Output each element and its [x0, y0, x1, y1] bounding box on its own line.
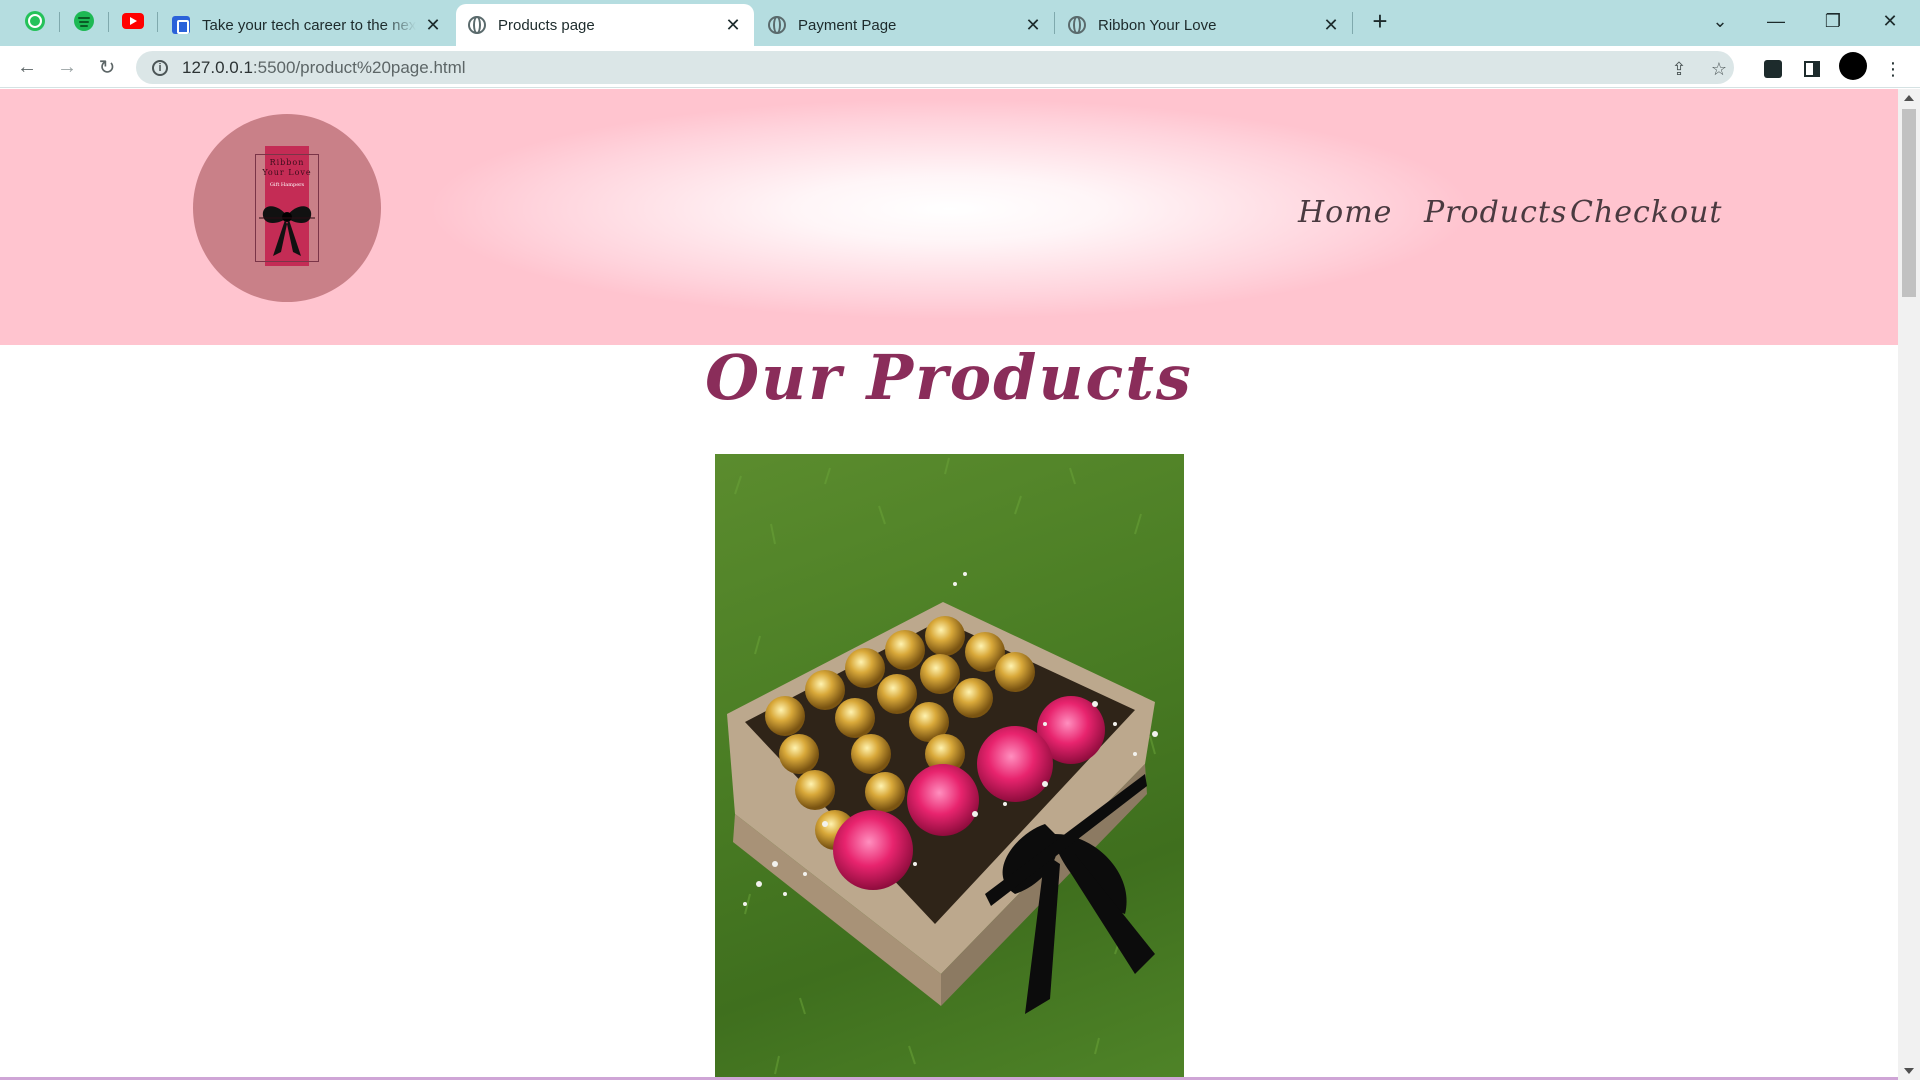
site-info-icon[interactable]: i [152, 59, 168, 76]
globe-icon [1068, 16, 1086, 34]
nav-home[interactable]: Home [1298, 195, 1392, 230]
brand-logo[interactable]: Ribbon Your Love Gift Hampers [193, 114, 381, 302]
restore-button[interactable]: ❐ [1813, 6, 1853, 36]
page-viewport: Ribbon Your Love Gift Hampers Home Produ… [0, 89, 1898, 1080]
main-nav: Products [1424, 195, 1567, 230]
globe-icon [768, 16, 786, 34]
tab-separator [1054, 12, 1055, 34]
bookmark-star-icon[interactable]: ☆ [1708, 58, 1730, 80]
bow-icon [259, 206, 315, 256]
menu-kebab-icon[interactable]: ⋮ [1880, 56, 1906, 82]
pinned-tab-youtube[interactable] [120, 8, 146, 34]
tab-separator [157, 12, 158, 32]
close-tab-icon[interactable]: ✕ [724, 16, 742, 34]
tab-ribbon-your-love[interactable]: Ribbon Your Love ✕ [1056, 4, 1352, 46]
vertical-scrollbar[interactable] [1898, 89, 1920, 1080]
browser-toolbar: ← → ↻ i 127.0.0.1:5500/product%20page.ht… [0, 46, 1920, 88]
tab-title: Ribbon Your Love [1098, 16, 1217, 34]
scroll-down-icon[interactable] [1904, 1068, 1914, 1074]
tab-separator [59, 12, 60, 32]
nav-checkout[interactable]: Checkout [1570, 195, 1722, 230]
pinned-tab-whatsapp[interactable] [22, 8, 48, 34]
logo-text-line2: Your Love [262, 168, 312, 177]
scroll-thumb[interactable] [1902, 109, 1916, 297]
minimize-button[interactable]: — [1756, 6, 1796, 36]
close-window-button[interactable]: ✕ [1870, 6, 1910, 36]
spotify-icon [74, 11, 94, 31]
youtube-icon [122, 13, 144, 29]
main-nav: Checkout [1570, 195, 1722, 230]
share-icon[interactable]: ⇪ [1668, 58, 1690, 80]
tab-separator [108, 12, 109, 32]
close-tab-icon[interactable]: ✕ [1322, 16, 1340, 34]
forward-arrow-icon[interactable]: → [54, 54, 80, 80]
close-tab-icon[interactable]: ✕ [1024, 16, 1042, 34]
new-tab-button[interactable]: + [1366, 8, 1394, 36]
puzzle-icon [1764, 60, 1782, 78]
nav-products[interactable]: Products [1424, 195, 1567, 230]
globe-icon [468, 16, 486, 34]
close-tab-icon[interactable]: ✕ [424, 16, 442, 34]
profile-avatar[interactable] [1839, 52, 1867, 80]
tab-title: Payment Page [798, 16, 897, 34]
reload-icon[interactable]: ↻ [94, 54, 120, 80]
back-arrow-icon[interactable]: ← [14, 54, 40, 80]
tab-strip: Take your tech career to the next ✕ Prod… [0, 0, 1920, 46]
main-nav: Home [1298, 195, 1392, 230]
tab-payment-page[interactable]: Payment Page ✕ [756, 4, 1054, 46]
tab-search-chevron-icon[interactable]: ⌄ [1700, 6, 1740, 36]
tab-title: Products page [498, 16, 595, 34]
site-favicon-icon [172, 16, 190, 34]
page-title: Our Products [705, 341, 1193, 414]
side-panel-button[interactable] [1799, 56, 1825, 82]
tab-title: Take your tech career to the next [202, 16, 416, 34]
logo-text-line1: Ribbon [269, 158, 305, 167]
site-header: Ribbon Your Love Gift Hampers Home Produ… [0, 89, 1898, 345]
pinned-tab-spotify[interactable] [71, 8, 97, 34]
whatsapp-icon [25, 11, 45, 31]
extensions-button[interactable] [1760, 56, 1786, 82]
product-image[interactable] [715, 454, 1184, 1080]
address-bar[interactable]: i 127.0.0.1:5500/product%20page.html ⇪ ☆ [136, 51, 1734, 84]
logo-text-line3: Gift Hampers [269, 182, 305, 188]
address-url[interactable]: 127.0.0.1:5500/product%20page.html [182, 58, 466, 78]
side-panel-icon [1804, 61, 1820, 77]
tab-separator [1352, 12, 1353, 34]
tab-products-page[interactable]: Products page ✕ [456, 4, 754, 46]
scroll-up-icon[interactable] [1904, 95, 1914, 101]
gift-box-photo [727, 457, 1158, 1075]
tab-tech-career[interactable]: Take your tech career to the next ✕ [160, 4, 454, 46]
